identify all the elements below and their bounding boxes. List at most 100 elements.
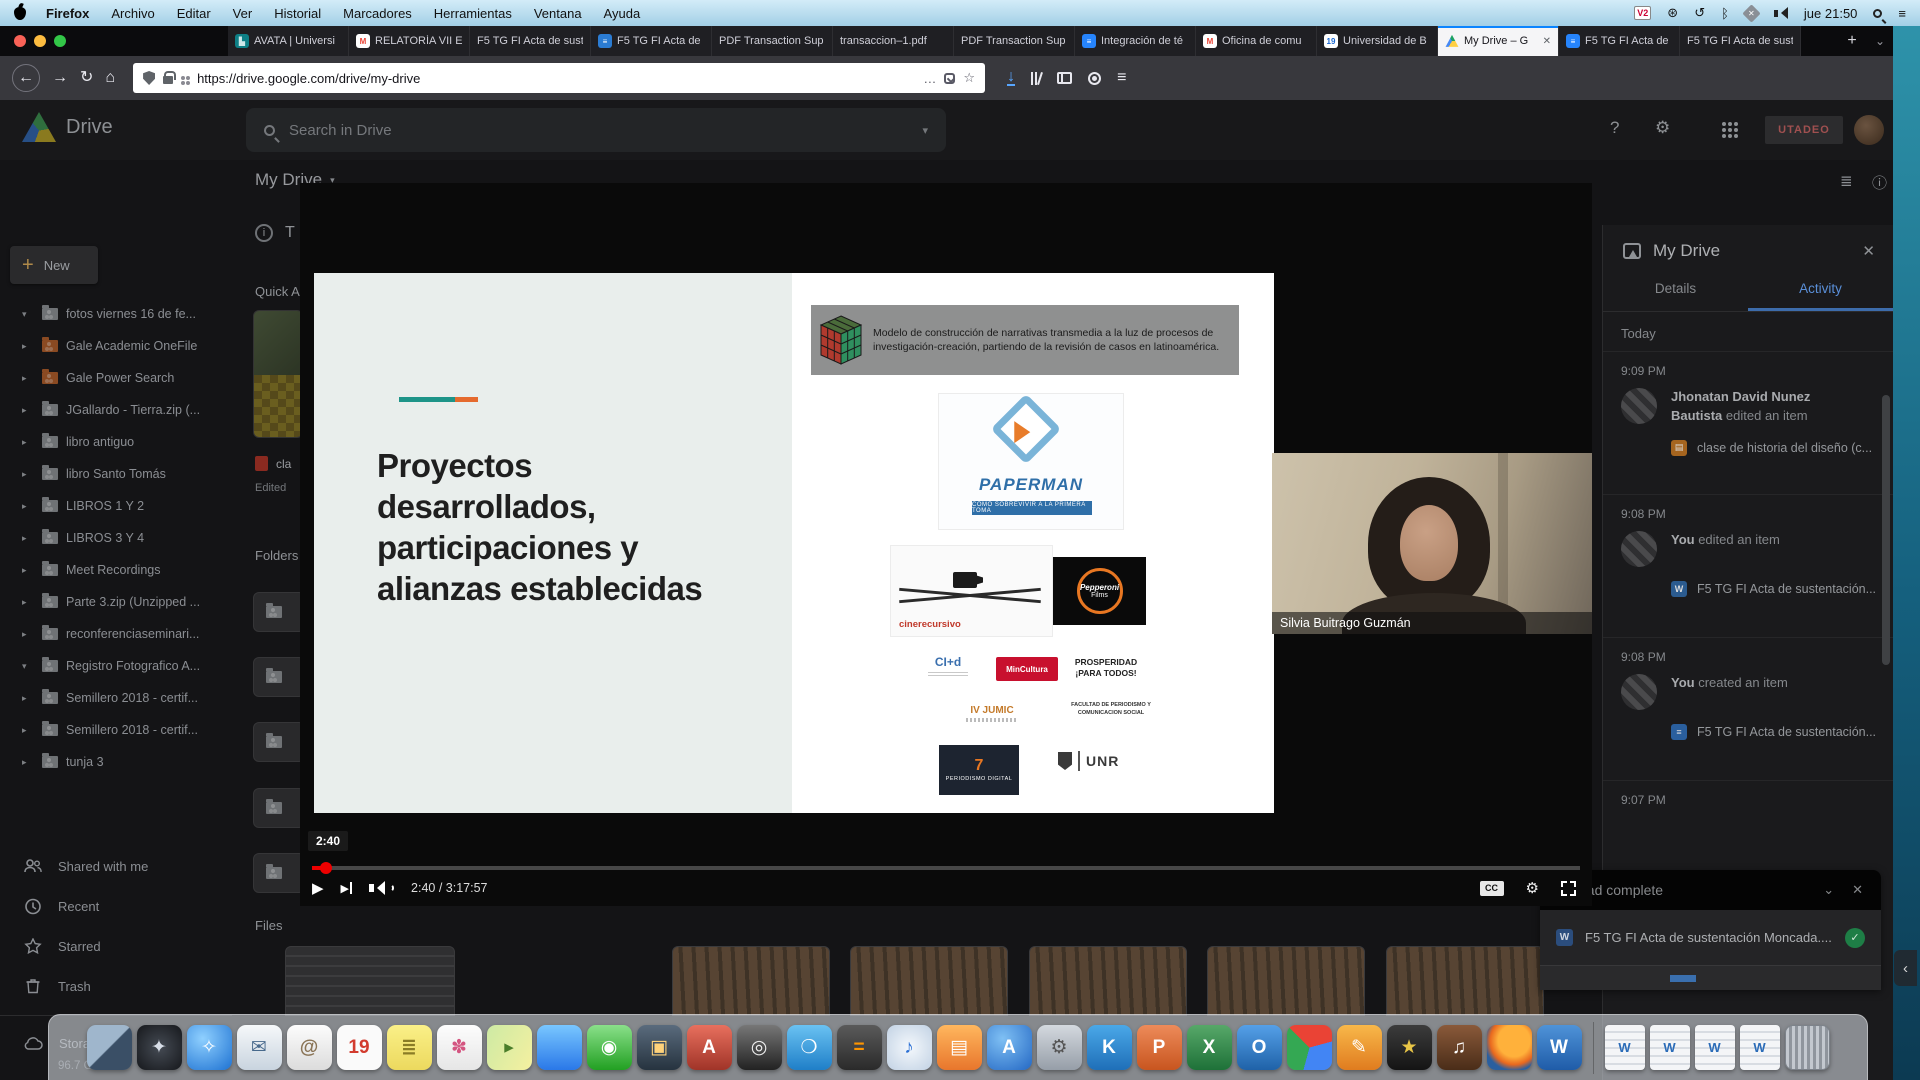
sidebar-folder-item[interactable]: ▾ Registro Fotografico A... — [0, 650, 232, 682]
disclosure-arrow-icon[interactable]: ▾ — [22, 309, 34, 320]
folder-card[interactable] — [253, 722, 305, 762]
browser-tab[interactable]: PDF Transaction Sup — [954, 26, 1075, 56]
sidebar-item-recent[interactable]: Recent — [0, 886, 232, 926]
dock-app-icon[interactable]: ★ — [1387, 1025, 1432, 1070]
activity-file-name[interactable]: F5 TG FI Acta de sustentación... — [1697, 582, 1876, 596]
sidebar-item-shared-with-me[interactable]: Shared with me — [0, 846, 232, 886]
browser-tab[interactable]: transaccion–1.pdf — [833, 26, 954, 56]
dock-app-icon[interactable]: ✎ — [1337, 1025, 1382, 1070]
volume-icon[interactable] — [369, 881, 394, 895]
dock-app-icon[interactable]: X — [1187, 1025, 1232, 1070]
dock-app-icon[interactable]: = — [837, 1025, 882, 1070]
fullscreen-icon[interactable] — [1561, 881, 1576, 896]
disclosure-arrow-icon[interactable]: ▸ — [22, 757, 34, 768]
help-icon[interactable]: ? — [1610, 118, 1619, 138]
dock-app-icon[interactable]: ◎ — [737, 1025, 782, 1070]
close-window-button[interactable] — [14, 35, 26, 47]
browser-tab[interactable]: F5 TG FI Acta de sust — [1680, 26, 1801, 56]
minimize-window-button[interactable] — [34, 35, 46, 47]
dock-app-icon[interactable]: P — [1137, 1025, 1182, 1070]
sidebar-folder-item[interactable]: ▾ fotos viernes 16 de fe... — [0, 298, 232, 330]
dock-app-icon[interactable]: ❍ — [787, 1025, 832, 1070]
tracking-protection-icon[interactable] — [143, 71, 155, 85]
dock-app-icon[interactable]: W — [1537, 1025, 1582, 1070]
disclosure-arrow-icon[interactable]: ▸ — [22, 373, 34, 384]
sidebar-folder-item[interactable]: ▸ LIBROS 3 Y 4 — [0, 522, 232, 554]
panel-scrollbar[interactable] — [1882, 395, 1890, 665]
dock-app-icon[interactable]: A — [987, 1025, 1032, 1070]
activity-file-name[interactable]: F5 TG FI Acta de sustentación... — [1697, 725, 1876, 739]
menubar-item[interactable]: Ayuda — [604, 6, 641, 21]
file-thumbnail-photo[interactable] — [850, 946, 1008, 1016]
file-thumbnail-photo[interactable] — [1386, 946, 1544, 1016]
dock-app-icon[interactable]: ▤ — [937, 1025, 982, 1070]
player-settings-icon[interactable]: ⚙ — [1526, 879, 1539, 897]
downloads-button[interactable]: ↓ — [1007, 70, 1015, 86]
quick-card-title[interactable]: cla — [276, 457, 291, 471]
dock-app-icon[interactable]: @ — [287, 1025, 332, 1070]
tab-close-icon[interactable]: ✕ — [1543, 36, 1551, 47]
dock-app-icon[interactable]: ▣ — [637, 1025, 682, 1070]
tab-activity[interactable]: Activity — [1748, 281, 1893, 311]
forward-button[interactable]: → — [52, 70, 68, 86]
notification-center-icon[interactable]: ≡ — [1898, 6, 1906, 21]
sidebar-folder-item[interactable]: ▸ LIBROS 1 Y 2 — [0, 490, 232, 522]
disclosure-arrow-icon[interactable]: ▸ — [22, 405, 34, 416]
dock-app-icon[interactable]: K — [1087, 1025, 1132, 1070]
dock-app-icon[interactable]: 19 — [337, 1025, 382, 1070]
video-player[interactable]: Proyectosdesarrollados,participaciones y… — [300, 183, 1592, 906]
browser-tab[interactable]: My Drive – G ✕ — [1438, 26, 1559, 56]
activity-entry[interactable]: 9:08 PM You edited an item W F5 TG FI Ac… — [1603, 495, 1893, 638]
dock-document-icon[interactable]: W — [1695, 1025, 1735, 1070]
reload-button[interactable]: ↻ — [80, 70, 93, 86]
sidebar-folder-item[interactable]: ▸ Gale Academic OneFile — [0, 330, 232, 362]
dock-app-icon[interactable] — [1487, 1025, 1532, 1070]
sidebar-folder-item[interactable]: ▸ reconferenciaseminari... — [0, 618, 232, 650]
sidebar-toggle-icon[interactable] — [1057, 72, 1072, 84]
folder-card[interactable] — [253, 592, 305, 632]
dock-app-icon[interactable]: A — [687, 1025, 732, 1070]
accessibility-icon[interactable]: ⊛ — [1667, 5, 1678, 21]
dock-document-icon[interactable]: W — [1740, 1025, 1780, 1070]
disclosure-arrow-icon[interactable]: ▸ — [22, 469, 34, 480]
bookmark-star-icon[interactable]: ☆ — [963, 70, 975, 86]
dock-app-icon[interactable] — [87, 1025, 132, 1070]
dock-app-icon[interactable]: O — [1237, 1025, 1282, 1070]
disclosure-arrow-icon[interactable]: ▸ — [22, 629, 34, 640]
disclosure-arrow-icon[interactable]: ▸ — [22, 533, 34, 544]
dock-app-icon[interactable]: ≣ — [387, 1025, 432, 1070]
home-button[interactable]: ⌂ — [105, 70, 115, 86]
activity-file-name[interactable]: clase de historia del diseño (c... — [1697, 441, 1872, 455]
library-icon[interactable] — [1031, 72, 1041, 85]
apple-menu-icon[interactable] — [14, 7, 26, 20]
captions-button[interactable]: CC — [1480, 881, 1504, 896]
wifi-off-icon[interactable] — [1742, 4, 1760, 22]
list-view-toggle-icon[interactable]: ≣ — [1840, 172, 1853, 190]
back-button[interactable]: ← — [12, 64, 40, 92]
account-icon[interactable] — [1088, 72, 1101, 85]
disclosure-arrow-icon[interactable]: ▸ — [22, 501, 34, 512]
drive-logo-icon[interactable] — [22, 112, 56, 142]
pocket-icon[interactable] — [944, 73, 955, 84]
toast-close-icon[interactable]: ✕ — [1852, 882, 1863, 898]
zoom-window-button[interactable] — [54, 35, 66, 47]
browser-tab[interactable]: F5 TG FI Acta de sust — [470, 26, 591, 56]
disclosure-arrow-icon[interactable]: ▸ — [22, 725, 34, 736]
menubar-item[interactable]: Herramientas — [434, 6, 512, 21]
browser-tab[interactable]: ▙ AVATA | Universi — [228, 26, 349, 56]
sidebar-folder-item[interactable]: ▸ Meet Recordings — [0, 554, 232, 586]
url-text[interactable]: https://drive.google.com/drive/my-drive — [197, 71, 915, 86]
dock-app-icon[interactable] — [537, 1025, 582, 1070]
sidebar-folder-item[interactable]: ▸ Gale Power Search — [0, 362, 232, 394]
sidebar-folder-item[interactable]: ▸ Parte 3.zip (Unzipped ... — [0, 586, 232, 618]
new-tab-button[interactable]: + — [1837, 26, 1867, 56]
dock-app-icon[interactable]: ✽ — [437, 1025, 482, 1070]
account-avatar[interactable] — [1854, 115, 1884, 145]
volume-icon[interactable] — [1774, 7, 1788, 19]
dock-app-icon[interactable] — [1287, 1025, 1332, 1070]
file-thumbnail-document[interactable] — [285, 946, 455, 1016]
menubar-item[interactable]: Firefox — [46, 6, 89, 21]
page-actions-icon[interactable]: … — [923, 71, 936, 86]
dock-app-icon[interactable]: ◉ — [587, 1025, 632, 1070]
tab-details[interactable]: Details — [1603, 281, 1748, 311]
